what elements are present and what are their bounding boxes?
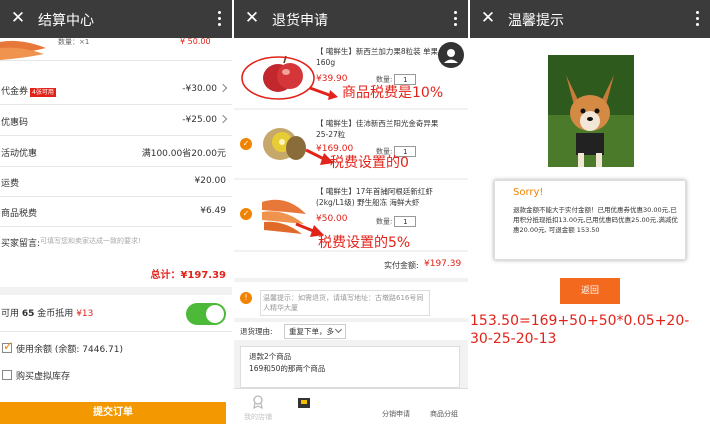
more-icon[interactable] (696, 11, 700, 27)
coupon-available-badge: 4张可用 (30, 88, 56, 97)
return-reason-select[interactable]: 重复下单，多 (284, 324, 347, 339)
tab-distribution[interactable]: 分销申请 (374, 389, 418, 432)
bottom-tab-bar: 我的店铺 分销申请 商品分组 (234, 388, 468, 432)
item-checkbox[interactable]: ✓ (240, 208, 252, 220)
tab-product-groups[interactable]: 商品分组 (422, 389, 466, 432)
chevron-right-icon (218, 83, 228, 93)
red-circle-annotation (241, 56, 315, 100)
return-reason-row: 退货理由: 重复下单，多 (234, 322, 468, 340)
use-balance-label: 使用余额 (余额: 7446.71) (16, 345, 123, 355)
customer-service-button[interactable] (438, 42, 464, 68)
use-balance-checkbox[interactable] (2, 339, 13, 353)
more-icon[interactable] (218, 11, 222, 27)
checkout-topbar: ✕ 结算中心 (0, 0, 232, 38)
shrimp-thumbnail (0, 40, 46, 60)
item-price: ¥ 50.00 (180, 37, 211, 46)
description-textarea[interactable]: 退款2个商品 169和50的那两个商品 (240, 346, 460, 388)
qty-stepper[interactable]: 数量: 1 (376, 216, 417, 227)
close-icon[interactable]: ✕ (8, 8, 28, 28)
refund-amount-row: 实付金额: ¥197.39 (234, 252, 468, 278)
notice-panel: ✕ 温馨提示 Sorry! 退款金额不能大于实付金额！已用优惠券优惠30.00元… (470, 0, 710, 432)
chevron-right-icon (218, 114, 228, 124)
refund-topbar: ✕ 退货申请 (234, 0, 468, 38)
buyer-note-input[interactable]: 可填写您和卖家达成一致的要求! (40, 236, 141, 246)
dialog-message: 退款金额不能大于实付金额！已用优惠券优惠30.00元,已用积分抵现抵扣13.00… (513, 206, 678, 234)
return-notice: ! 温馨提示：如需退货，请填写地址：古墩路616号同人精华大厦 (234, 282, 468, 318)
item-checkbox[interactable]: ✓ (240, 138, 252, 150)
page-title: 退货申请 (272, 13, 328, 29)
checkout-panel: ✕ 结算中心 数量：×1 ¥ 50.00 代金券 4张可用 -¥30.00 优惠码… (0, 0, 232, 432)
virtual-stock-checkbox[interactable] (2, 370, 12, 380)
medal-icon (253, 395, 263, 409)
corgi-photo (548, 55, 634, 167)
dialog-heading: Sorry! (513, 187, 544, 198)
refund-formula-annotation: 153.50=169+50+50*0.05+20-30-25-20-13 (470, 313, 690, 347)
tab-gift[interactable] (282, 389, 326, 432)
tax-annotation-5: 税费设置的5% (318, 235, 411, 251)
item-qty: 数量：×1 (58, 38, 90, 46)
notice-dialog: Sorry! 退款金额不能大于实付金额！已用优惠券优惠30.00元,已用积分抵现… (494, 180, 686, 260)
page-title: 结算中心 (38, 13, 94, 29)
notice-topbar: ✕ 温馨提示 (470, 0, 710, 38)
close-icon[interactable]: ✕ (478, 8, 498, 28)
refund-panel: ✕ 退货申请 【 噶鲜生】新西兰加力果8粒装 单果160g ¥39.90 数量:… (234, 0, 468, 432)
refund-amount: ¥197.39 (424, 259, 462, 269)
coins-toggle[interactable] (186, 303, 226, 325)
tax-annotation-0: 税费设置的0 (330, 155, 409, 171)
virtual-stock-label: 购买虚拟库存 (16, 372, 71, 382)
kiwi-thumbnail (263, 128, 306, 160)
chevron-down-icon (335, 325, 343, 334)
page-title: 温馨提示 (508, 13, 564, 29)
coupon-value: -¥30.00 (182, 83, 228, 94)
tab-my-shop[interactable]: 我的店铺 (236, 389, 280, 432)
arrow-annotation (309, 86, 338, 100)
submit-order-button[interactable]: 提交订单 (0, 402, 226, 424)
close-icon[interactable]: ✕ (242, 8, 262, 28)
more-icon[interactable] (454, 11, 458, 27)
gift-icon (298, 398, 310, 408)
info-icon: ! (240, 292, 252, 304)
tax-annotation-10: 商品税费是10% (342, 85, 444, 101)
return-button[interactable]: 返回 (560, 278, 620, 304)
tab-blank[interactable] (328, 389, 372, 432)
